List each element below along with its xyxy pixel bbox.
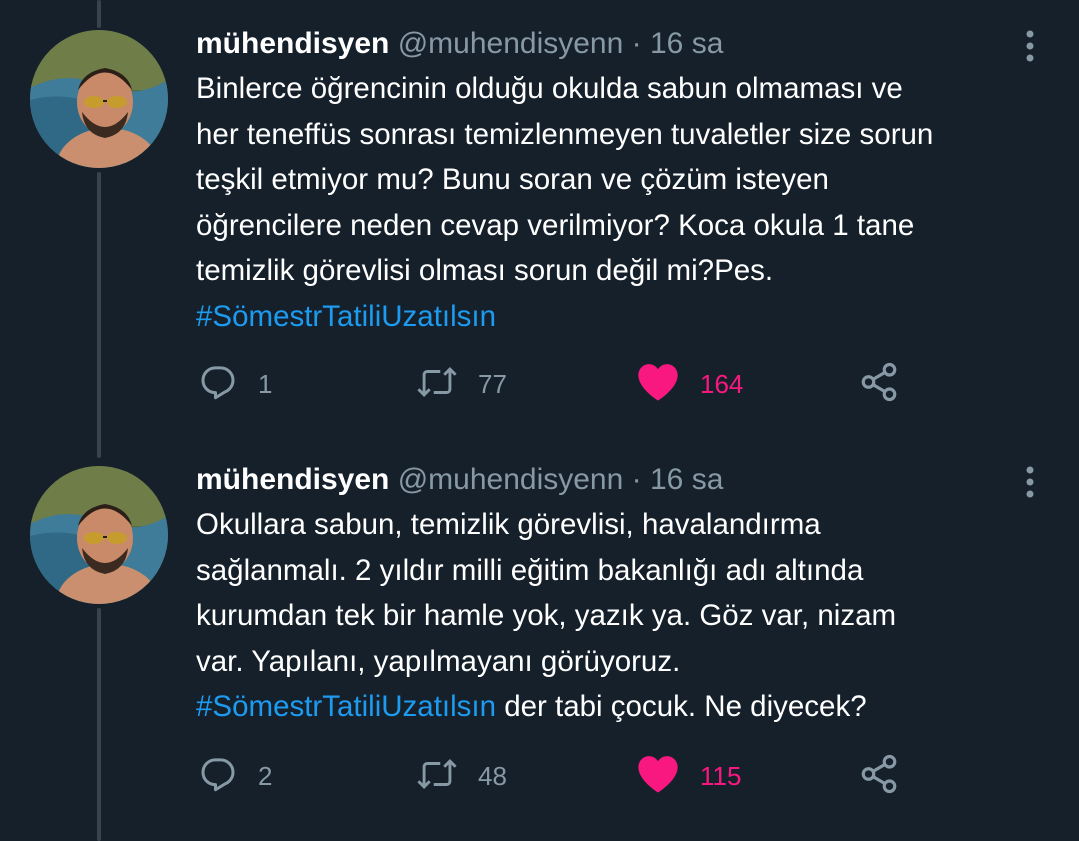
share-button[interactable] [858, 752, 900, 800]
tweet-text-line: temizlik görevlisi olması sorun değil mi… [196, 254, 774, 287]
hashtag-link[interactable]: #SömestrTatiliUzatılsın [196, 690, 496, 723]
retweet-count: 77 [478, 368, 507, 399]
hashtag-link[interactable]: #SömestrTatiliUzatılsın [196, 300, 496, 333]
tweet-text-line: öğrencilere neden cevap verilmiyor? Koca… [196, 208, 915, 242]
like-button[interactable]: 164 [636, 360, 743, 408]
author-handle[interactable]: @muhendisyenn [398, 463, 624, 496]
tweet-actions: 1 77 164 [196, 360, 1016, 408]
tweet-header: mühendisyen @muhendisyenn · 16 sa [196, 24, 723, 64]
tweet[interactable]: mühendisyen @muhendisyenn · 16 sa Binler… [0, 24, 1079, 424]
tweet-text-line: sağlanmalı. 2 yıldır milli eğitim bakanl… [196, 553, 864, 587]
retweet-icon [416, 754, 458, 799]
share-button[interactable] [858, 360, 900, 408]
separator-dot: · [631, 27, 642, 60]
reply-icon [198, 754, 238, 799]
tweet-actions: 2 48 115 [196, 752, 1016, 800]
avatar[interactable] [30, 466, 168, 604]
tweet[interactable]: mühendisyen @muhendisyenn · 16 sa Okulla… [0, 460, 1079, 840]
reply-count: 2 [258, 760, 273, 791]
tweet-text-line: #SömestrTatiliUzatılsın der tabi çocuk. … [196, 684, 1056, 730]
reply-count: 1 [258, 368, 273, 399]
tweet-text-line: var. Yapılanı, yapılmayanı görüyoruz. [196, 644, 681, 678]
separator-dot: · [631, 463, 642, 496]
tweet-text-line: #SömestrTatiliUzatılsın [196, 294, 1056, 340]
hashtag-suffix: der tabi çocuk. Ne diyecek? [496, 690, 867, 723]
retweet-count: 48 [478, 760, 507, 791]
tweet-text-line: Binlerce öğrencinin olduğu okulda sabun … [196, 72, 903, 105]
tweet-header: mühendisyen @muhendisyenn · 16 sa [196, 460, 723, 500]
reply-icon [198, 362, 238, 407]
tweet-text: Okullara sabun, temizlik görevlisi, hava… [196, 502, 1056, 730]
retweet-button[interactable]: 48 [416, 752, 507, 800]
like-count: 115 [700, 760, 742, 791]
timestamp[interactable]: 16 sa [650, 463, 723, 496]
heart-icon [636, 362, 680, 407]
like-button[interactable]: 115 [636, 752, 741, 800]
tweet-text-line: her teneffüs sonrası temizlenmeyen tuval… [196, 117, 934, 151]
share-icon [858, 753, 900, 800]
retweet-icon [416, 362, 458, 407]
reply-button[interactable]: 1 [198, 360, 272, 408]
author-name[interactable]: mühendisyen [196, 27, 389, 60]
tweet-text-line: kurumdan tek bir hamle yok, yazık ya. Gö… [196, 599, 897, 632]
author-name[interactable]: mühendisyen [196, 463, 389, 496]
more-options-icon[interactable] [1018, 28, 1042, 64]
share-icon [858, 361, 900, 408]
tweet-text-line: teşkil etmiyor mu? Bunu soran ve çözüm i… [196, 163, 829, 196]
retweet-button[interactable]: 77 [416, 360, 507, 408]
avatar[interactable] [30, 30, 168, 168]
timeline: mühendisyen @muhendisyenn · 16 sa Binler… [0, 0, 1079, 841]
tweet-text-line: Okullara sabun, temizlik görevlisi, hava… [196, 508, 821, 541]
author-handle[interactable]: @muhendisyenn [398, 27, 624, 60]
reply-button[interactable]: 2 [198, 752, 272, 800]
like-count: 164 [700, 368, 744, 399]
heart-icon [636, 754, 680, 799]
timestamp[interactable]: 16 sa [650, 27, 723, 60]
tweet-text: Binlerce öğrencinin olduğu okulda sabun … [196, 66, 1056, 339]
more-options-icon[interactable] [1018, 464, 1042, 500]
